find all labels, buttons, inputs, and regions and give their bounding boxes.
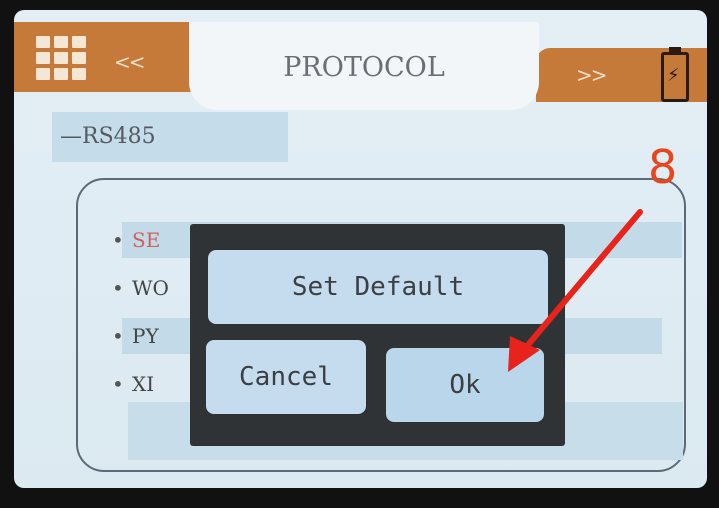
annotation-arrow-icon [508,209,643,372]
